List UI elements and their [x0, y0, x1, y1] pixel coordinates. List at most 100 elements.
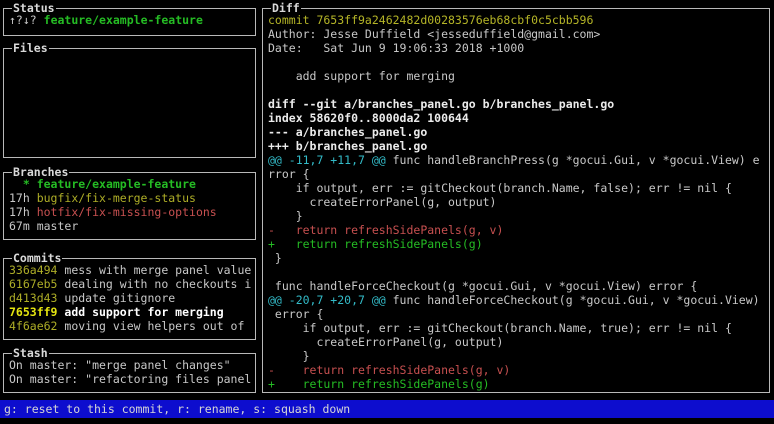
ahead-behind-indicator: ↑?↓?	[9, 13, 37, 27]
commit-message: dealing with no checkouts i	[64, 277, 251, 291]
commit-row[interactable]: 4f6ae62 moving view helpers out of	[9, 319, 254, 333]
current-branch-name: feature/example-feature	[44, 13, 203, 27]
diff-line: diff --git a/branches_panel.go b/branche…	[268, 97, 768, 111]
diff-line: createErrorPanel(g, output)	[268, 335, 768, 349]
diff-line: @@ -11,7 +11,7 @@ func handleBranchPress…	[268, 153, 768, 167]
diff-line	[268, 83, 768, 97]
status-panel-content: ↑?↓? feature/example-feature	[9, 13, 254, 35]
stash-panel[interactable]: Stash On master: "merge panel changes"On…	[3, 353, 256, 393]
diff-text: }	[268, 349, 310, 363]
status-line[interactable]: ↑?↓? feature/example-feature	[9, 13, 254, 27]
diff-line: +++ b/branches_panel.go	[268, 139, 768, 153]
diff-line: }	[268, 349, 768, 363]
diff-line: add support for merging	[268, 69, 768, 83]
commit-row[interactable]: 7653ff9 add support for merging	[9, 305, 254, 319]
commit-hash: 6167eb5	[9, 277, 64, 291]
diff-content: commit 7653ff9a2462482d00283576eb68cbf0c…	[268, 13, 768, 392]
diff-line: - return refreshSidePanels(g, v)	[268, 363, 768, 377]
lazygit-terminal: { "colors": { "background": "#000000", "…	[0, 0, 774, 424]
keybinding-options-bar: g: reset to this commit, r: rename, s: s…	[0, 400, 774, 418]
diff-line: --- a/branches_panel.go	[268, 125, 768, 139]
diff-text: index 58620f0..8000da2 100644	[268, 111, 469, 125]
branch-name: master	[37, 219, 79, 233]
diff-line: }	[268, 209, 768, 223]
diff-line: index 58620f0..8000da2 100644	[268, 111, 768, 125]
commit-message: moving view helpers out of	[64, 319, 244, 333]
commit-message: update gitignore	[64, 291, 175, 305]
diff-text: createErrorPanel(g, output)	[268, 195, 496, 209]
branch-recency: *	[9, 177, 37, 191]
diff-line: Author: Jesse Duffield <jesseduffield@gm…	[268, 27, 768, 41]
stash-entry: On master: "merge panel changes"	[9, 358, 231, 372]
hunk-header: @@ -20,7 +20,7 @@	[268, 293, 386, 307]
branch-recency: 67m	[9, 219, 37, 233]
diff-blank	[268, 55, 275, 69]
stash-row[interactable]: On master: "merge panel changes"	[9, 358, 254, 372]
diff-text: func handleForceCheckout(g *gocui.Gui, v…	[268, 279, 697, 293]
diff-text: add support for merging	[268, 69, 455, 83]
diff-line: @@ -20,7 +20,7 @@ func handleForceChecko…	[268, 293, 768, 307]
diff-text: Date: Sat Jun 9 19:06:33 2018 +1000	[268, 41, 524, 55]
diff-text: rror {	[268, 167, 310, 181]
diff-text: commit 7653ff9a2462482d00283576eb68cbf0c…	[268, 13, 593, 27]
diff-line	[268, 55, 768, 69]
diff-line: createErrorPanel(g, output)	[268, 195, 768, 209]
commit-row[interactable]: 6167eb5 dealing with no checkouts i	[9, 277, 254, 291]
diff-line: Date: Sat Jun 9 19:06:33 2018 +1000	[268, 41, 768, 55]
diff-line: if output, err := gitCheckout(branch.Nam…	[268, 181, 768, 195]
diff-line: func handleForceCheckout(g *gocui.Gui, v…	[268, 279, 768, 293]
files-panel-content	[9, 53, 254, 157]
commits-list: 336a494 mess with merge panel value6167e…	[9, 263, 254, 339]
diff-text: error {	[268, 307, 323, 321]
diff-line: - return refreshSidePanels(g, v)	[268, 223, 768, 237]
branch-name: bugfix/fix-merge-status	[37, 191, 196, 205]
branches-panel[interactable]: Branches * feature/example-feature17h bu…	[3, 172, 256, 240]
commit-hash: 7653ff9	[9, 305, 64, 319]
commit-row[interactable]: 336a494 mess with merge panel value	[9, 263, 254, 277]
branches-list: * feature/example-feature17h bugfix/fix-…	[9, 177, 254, 239]
diff-text: Author: Jesse Duffield <jesseduffield@gm…	[268, 27, 600, 41]
diff-blank	[268, 83, 275, 97]
diff-line: + return refreshSidePanels(g)	[268, 377, 768, 391]
diff-text: if output, err := gitCheckout(branch.Nam…	[268, 181, 732, 195]
commits-panel[interactable]: Commits 336a494 mess with merge panel va…	[3, 258, 256, 340]
stash-list: On master: "merge panel changes"On maste…	[9, 358, 254, 392]
diff-text: }	[268, 251, 282, 265]
files-panel[interactable]: Files	[3, 48, 256, 158]
diff-blank	[268, 265, 275, 279]
branch-row[interactable]: 17h bugfix/fix-merge-status	[9, 191, 254, 205]
diff-line	[268, 265, 768, 279]
commit-message: add support for merging	[64, 305, 223, 319]
diff-text: diff --git a/branches_panel.go b/branche…	[268, 97, 614, 111]
diff-line: error {	[268, 307, 768, 321]
commit-hash: 336a494	[9, 263, 64, 277]
branch-row[interactable]: * feature/example-feature	[9, 177, 254, 191]
hunk-context: func handleBranchPress(g *gocui.Gui, v *…	[386, 153, 760, 167]
commit-hash: 4f6ae62	[9, 319, 64, 333]
diff-text: + return refreshSidePanels(g)	[268, 377, 490, 391]
stash-row[interactable]: On master: "refactoring files panel	[9, 372, 254, 386]
diff-line: + return refreshSidePanels(g)	[268, 237, 768, 251]
stash-entry: On master: "refactoring files panel	[9, 372, 251, 386]
diff-text: createErrorPanel(g, output)	[268, 335, 503, 349]
branch-recency: 17h	[9, 205, 37, 219]
diff-line: rror {	[268, 167, 768, 181]
diff-text: }	[268, 209, 303, 223]
diff-text: if output, err := gitCheckout(branch.Nam…	[268, 321, 732, 335]
status-panel[interactable]: Status ↑?↓? feature/example-feature	[3, 8, 256, 36]
diff-panel[interactable]: Diff commit 7653ff9a2462482d00283576eb68…	[262, 8, 770, 393]
diff-line: }	[268, 251, 768, 265]
branch-row[interactable]: 67m master	[9, 219, 254, 233]
diff-text: - return refreshSidePanels(g, v)	[268, 363, 510, 377]
commit-row[interactable]: d413d43 update gitignore	[9, 291, 254, 305]
diff-text: +++ b/branches_panel.go	[268, 139, 427, 153]
branch-recency: 17h	[9, 191, 37, 205]
commit-hash: d413d43	[9, 291, 64, 305]
diff-text: - return refreshSidePanels(g, v)	[268, 223, 503, 237]
branch-name: hotfix/fix-missing-options	[37, 205, 217, 219]
branch-row[interactable]: 17h hotfix/fix-missing-options	[9, 205, 254, 219]
diff-text: --- a/branches_panel.go	[268, 125, 427, 139]
diff-text: + return refreshSidePanels(g)	[268, 237, 483, 251]
branch-name: feature/example-feature	[37, 177, 196, 191]
diff-line: if output, err := gitCheckout(branch.Nam…	[268, 321, 768, 335]
